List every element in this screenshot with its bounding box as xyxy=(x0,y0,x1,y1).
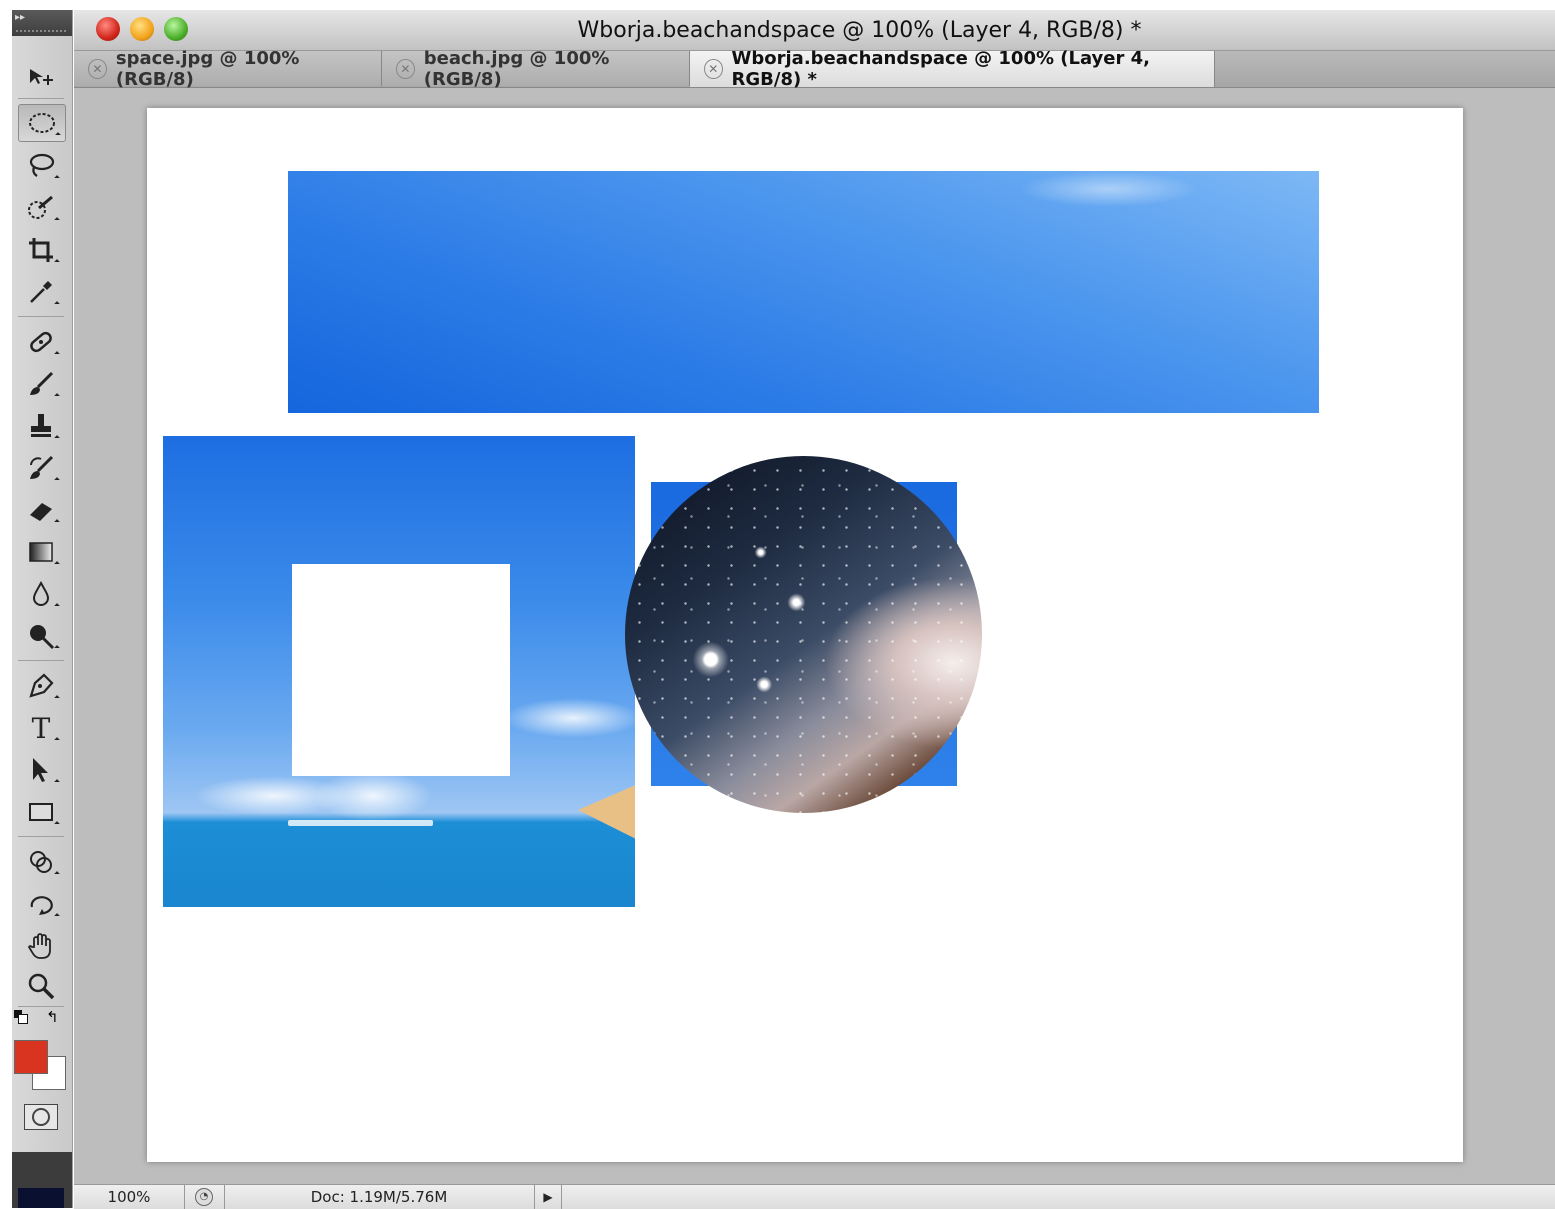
brush-tool-icon[interactable] xyxy=(18,366,64,402)
white-square-layer[interactable] xyxy=(292,564,510,776)
eyedropper-tool-icon[interactable] xyxy=(18,274,64,310)
window-title: Wborja.beachandspace @ 100% (Layer 4, RG… xyxy=(577,18,1142,43)
gradient-tool-icon[interactable] xyxy=(18,534,64,570)
crop-tool-icon[interactable] xyxy=(18,232,64,268)
collapse-arrows-icon[interactable]: ▸▸ xyxy=(15,12,25,23)
blur-tool-icon[interactable] xyxy=(18,576,64,612)
status-menu-arrow-icon[interactable]: ▶ xyxy=(534,1185,562,1209)
sky-layer[interactable] xyxy=(288,171,1319,413)
tool-separator xyxy=(18,1006,64,1007)
panel-grip[interactable] xyxy=(16,30,68,32)
tool-separator xyxy=(18,316,64,317)
lasso-tool-icon[interactable] xyxy=(18,148,64,184)
path-selection-tool-icon[interactable] xyxy=(18,752,64,788)
move-tool-icon[interactable] xyxy=(18,58,64,94)
close-tab-icon[interactable]: ✕ xyxy=(88,58,107,79)
healing-brush-tool-icon[interactable] xyxy=(18,324,64,360)
elliptical-marquee-tool-icon[interactable] xyxy=(18,104,66,142)
tab-space-jpg[interactable]: ✕ space.jpg @ 100% (RGB/8) xyxy=(74,48,382,90)
status-bar: 100% ◔ Doc: 1.19M/5.76M ▶ xyxy=(74,1184,1555,1209)
3d-rotate-tool-icon[interactable] xyxy=(18,844,64,880)
foreground-color-swatch[interactable] xyxy=(14,1040,48,1074)
cloud-shape xyxy=(503,698,635,738)
tab-label: space.jpg @ 100% (RGB/8) xyxy=(115,47,300,90)
document-title-bar[interactable]: Wborja.beachandspace @ 100% (Layer 4, RG… xyxy=(74,10,1555,51)
tab-label: beach.jpg @ 100% (RGB/8) xyxy=(423,47,610,90)
dodge-tool-icon[interactable] xyxy=(18,618,64,654)
rectangle-tool-icon[interactable] xyxy=(18,794,64,830)
status-options-icon[interactable]: ◔ xyxy=(184,1185,225,1209)
tab-label: Wborja.beachandspace @ 100% (Layer 4, RG… xyxy=(731,48,1151,90)
document-size-info: Doc: 1.19M/5.76M xyxy=(310,1188,448,1206)
ship-shape xyxy=(288,820,433,826)
type-tool-icon[interactable]: T xyxy=(18,710,64,746)
zoom-tool-icon[interactable] xyxy=(18,968,64,1004)
document-canvas[interactable] xyxy=(147,108,1463,1162)
tab-wborja-beachandspace[interactable]: ✕ Wborja.beachandspace @ 100% (Layer 4, … xyxy=(690,48,1215,90)
tab-beach-jpg[interactable]: ✕ beach.jpg @ 100% (RGB/8) xyxy=(382,48,690,90)
quick-selection-tool-icon[interactable] xyxy=(18,190,64,226)
swap-colors-icon[interactable]: ↰ xyxy=(46,1008,59,1026)
screen-mode-icon[interactable] xyxy=(18,1188,64,1208)
beach-layer[interactable] xyxy=(163,436,635,907)
tools-panel: ▸▸ T ↰ xyxy=(12,10,73,1208)
tools-panel-header[interactable]: ▸▸ xyxy=(12,10,72,36)
close-tab-icon[interactable]: ✕ xyxy=(396,58,415,79)
pen-tool-icon[interactable] xyxy=(18,668,64,704)
close-tab-icon[interactable]: ✕ xyxy=(704,59,723,79)
cloud-shape xyxy=(313,771,433,821)
tools-panel-footer xyxy=(12,1152,72,1208)
hand-tool-icon[interactable] xyxy=(18,928,64,964)
document-workspace[interactable] xyxy=(74,88,1555,1184)
default-colors-icon[interactable] xyxy=(14,1010,28,1024)
clone-stamp-tool-icon[interactable] xyxy=(18,408,64,444)
eraser-tool-icon[interactable] xyxy=(18,492,64,528)
galaxy-circle-layer[interactable] xyxy=(625,456,982,813)
3d-orbit-tool-icon[interactable] xyxy=(18,886,64,922)
history-brush-tool-icon[interactable] xyxy=(18,450,64,486)
document-tab-bar: ✕ space.jpg @ 100% (RGB/8) ✕ beach.jpg @… xyxy=(74,48,1555,90)
boat-shape xyxy=(578,784,635,840)
quick-mask-icon[interactable] xyxy=(24,1104,58,1130)
zoom-level-field[interactable]: 100% xyxy=(74,1185,185,1209)
tool-separator xyxy=(18,660,64,661)
tool-separator xyxy=(18,836,64,837)
tool-separator xyxy=(18,98,64,99)
